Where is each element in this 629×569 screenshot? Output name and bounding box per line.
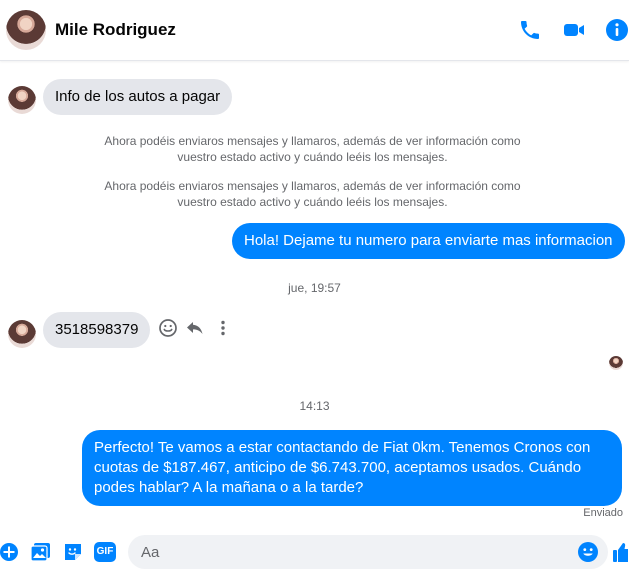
photo-icon[interactable]: [30, 541, 52, 563]
system-notice: Ahora podéis enviaros mensajes y llamaro…: [104, 134, 521, 164]
gif-icon[interactable]: GIF: [94, 542, 116, 562]
sticker-icon[interactable]: [62, 541, 84, 563]
contact-avatar-small[interactable]: [8, 320, 36, 348]
message-status: Enviado: [583, 507, 623, 519]
incoming-message[interactable]: Info de los autos a pagar: [43, 79, 233, 115]
info-icon[interactable]: [605, 18, 629, 42]
phone-icon[interactable]: [518, 18, 542, 42]
emoji-icon[interactable]: [577, 541, 599, 563]
video-camera-icon[interactable]: [562, 18, 586, 42]
message-input[interactable]: [139, 543, 563, 562]
contact-avatar-small[interactable]: [8, 86, 36, 114]
timestamp: jue, 19:57: [288, 281, 341, 295]
reply-icon[interactable]: [185, 318, 205, 338]
more-options-icon[interactable]: [213, 318, 233, 338]
chat-header: Mile Rodriguez: [0, 0, 629, 61]
add-icon[interactable]: [0, 541, 22, 563]
timestamp: 14:13: [299, 399, 330, 413]
incoming-message[interactable]: 3518598379: [43, 312, 151, 348]
like-icon[interactable]: [612, 541, 629, 563]
message-input-container[interactable]: [128, 535, 608, 569]
system-notice: Ahora podéis enviaros mensajes y llamaro…: [104, 179, 521, 209]
outgoing-message[interactable]: Hola! Dejame tu numero para enviarte mas…: [232, 223, 625, 259]
seen-indicator-avatar: [609, 356, 623, 370]
contact-avatar[interactable]: [6, 10, 46, 50]
emoji-react-icon[interactable]: [158, 318, 178, 338]
contact-name[interactable]: Mile Rodriguez: [55, 20, 176, 40]
outgoing-message[interactable]: Perfecto! Te vamos a estar contactando d…: [82, 430, 622, 506]
